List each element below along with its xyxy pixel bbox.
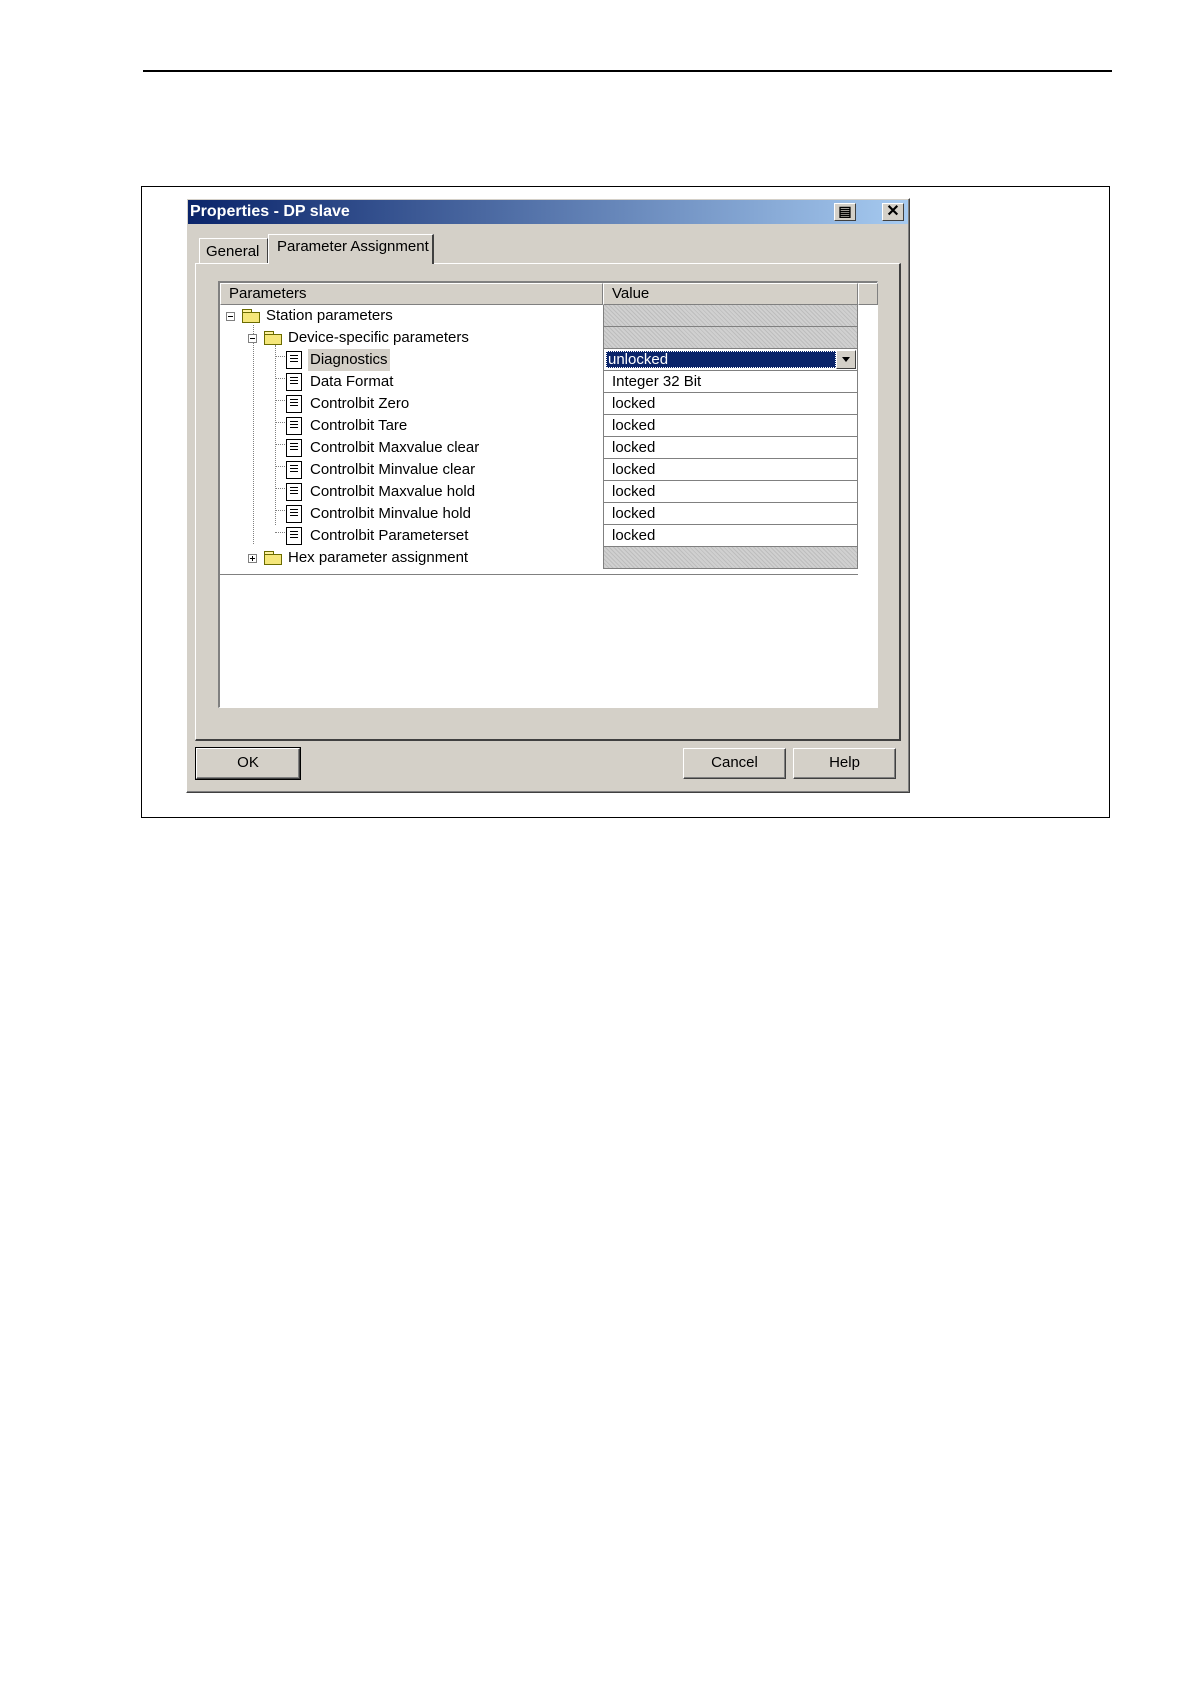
tree-label: Station parameters xyxy=(266,307,393,324)
value-dropdown-diagnostics[interactable]: unlocked xyxy=(603,349,858,371)
dialog-title: Properties - DP slave xyxy=(190,203,350,220)
tree-label: Hex parameter assignment xyxy=(288,549,469,566)
value-cell[interactable]: locked xyxy=(603,437,858,459)
close-icon[interactable]: ✕ xyxy=(882,203,904,221)
tree-label: Controlbit Parameterset xyxy=(310,527,469,544)
tree-label: Device-specific parameters xyxy=(288,329,469,346)
folder-icon xyxy=(264,551,282,565)
dropdown-selected-value[interactable]: unlocked xyxy=(606,351,836,368)
tree-label: Data Format xyxy=(310,373,394,390)
parameter-document-icon xyxy=(286,373,302,391)
tree-row-controlbit-minvalue-clear[interactable]: Controlbit Minvalue clear locked xyxy=(220,459,858,481)
ok-button[interactable]: OK xyxy=(195,747,301,780)
parameter-document-icon xyxy=(286,351,302,369)
parameter-grid: Parameters Value Station parameters Devi… xyxy=(218,281,878,708)
tab-general[interactable]: General xyxy=(199,238,268,263)
tree-label: Controlbit Maxvalue clear xyxy=(310,439,480,456)
value-cell[interactable]: locked xyxy=(603,503,858,525)
value-cell[interactable]: locked xyxy=(603,459,858,481)
tab-parameter-assignment[interactable]: Parameter Assignment xyxy=(268,234,434,264)
value-cell[interactable]: locked xyxy=(603,415,858,437)
chevron-down-icon[interactable] xyxy=(836,350,856,369)
expand-icon[interactable] xyxy=(248,554,257,563)
page-header-rule xyxy=(143,70,1112,72)
tree-row-controlbit-minvalue-hold[interactable]: Controlbit Minvalue hold locked xyxy=(220,503,858,525)
tree-row-station-parameters[interactable]: Station parameters xyxy=(220,305,858,327)
parameter-document-icon xyxy=(286,439,302,457)
value-cell[interactable]: locked xyxy=(603,393,858,415)
help-icon[interactable]: ▤ xyxy=(834,203,856,221)
parameter-document-icon xyxy=(286,527,302,545)
tree-row-controlbit-parameterset[interactable]: Controlbit Parameterset locked xyxy=(220,525,858,547)
folder-open-icon xyxy=(242,309,260,323)
parameter-document-icon xyxy=(286,395,302,413)
tree-row-controlbit-zero[interactable]: Controlbit Zero locked xyxy=(220,393,858,415)
value-cell-empty xyxy=(603,327,858,349)
value-cell[interactable]: locked xyxy=(603,481,858,503)
column-header-parameters[interactable]: Parameters xyxy=(220,283,603,305)
properties-dialog: Properties - DP slave ▤ ✕ General Parame… xyxy=(186,198,910,793)
parameter-document-icon xyxy=(286,505,302,523)
parameter-document-icon xyxy=(286,417,302,435)
tree-label: Controlbit Minvalue hold xyxy=(310,505,471,522)
collapse-icon[interactable] xyxy=(248,334,257,343)
tree-label: Controlbit Tare xyxy=(310,417,408,434)
value-cell-empty xyxy=(603,547,858,569)
parameter-document-icon xyxy=(286,483,302,501)
cancel-button[interactable]: Cancel xyxy=(683,748,786,779)
tree-label: Controlbit Minvalue clear xyxy=(310,461,476,478)
value-cell-empty xyxy=(603,305,858,327)
tree-row-data-format[interactable]: Data Format Integer 32 Bit xyxy=(220,371,858,393)
tree-row-controlbit-tare[interactable]: Controlbit Tare locked xyxy=(220,415,858,437)
folder-open-icon xyxy=(264,331,282,345)
value-cell[interactable]: locked xyxy=(603,525,858,547)
tree-row-hex-parameter-assignment[interactable]: Hex parameter assignment xyxy=(220,547,858,569)
column-header-value[interactable]: Value xyxy=(603,283,858,305)
tree-row-diagnostics[interactable]: Diagnostics unlocked xyxy=(220,349,858,371)
tree-row-controlbit-maxvalue-clear[interactable]: Controlbit Maxvalue clear locked xyxy=(220,437,858,459)
collapse-icon[interactable] xyxy=(226,312,235,321)
parameter-document-icon xyxy=(286,461,302,479)
dialog-titlebar: Properties - DP slave ▤ ✕ xyxy=(188,200,908,224)
value-cell[interactable]: Integer 32 Bit xyxy=(603,371,858,393)
tree-row-controlbit-maxvalue-hold[interactable]: Controlbit Maxvalue hold locked xyxy=(220,481,858,503)
tree-row-device-specific-parameters[interactable]: Device-specific parameters xyxy=(220,327,858,349)
column-header-filler xyxy=(858,283,878,305)
tree-label: Controlbit Zero xyxy=(310,395,410,412)
help-button[interactable]: Help xyxy=(793,748,896,779)
tree-label: Controlbit Maxvalue hold xyxy=(310,483,476,500)
tree-label: Diagnostics xyxy=(308,349,390,371)
list-bottom-border xyxy=(220,574,858,575)
